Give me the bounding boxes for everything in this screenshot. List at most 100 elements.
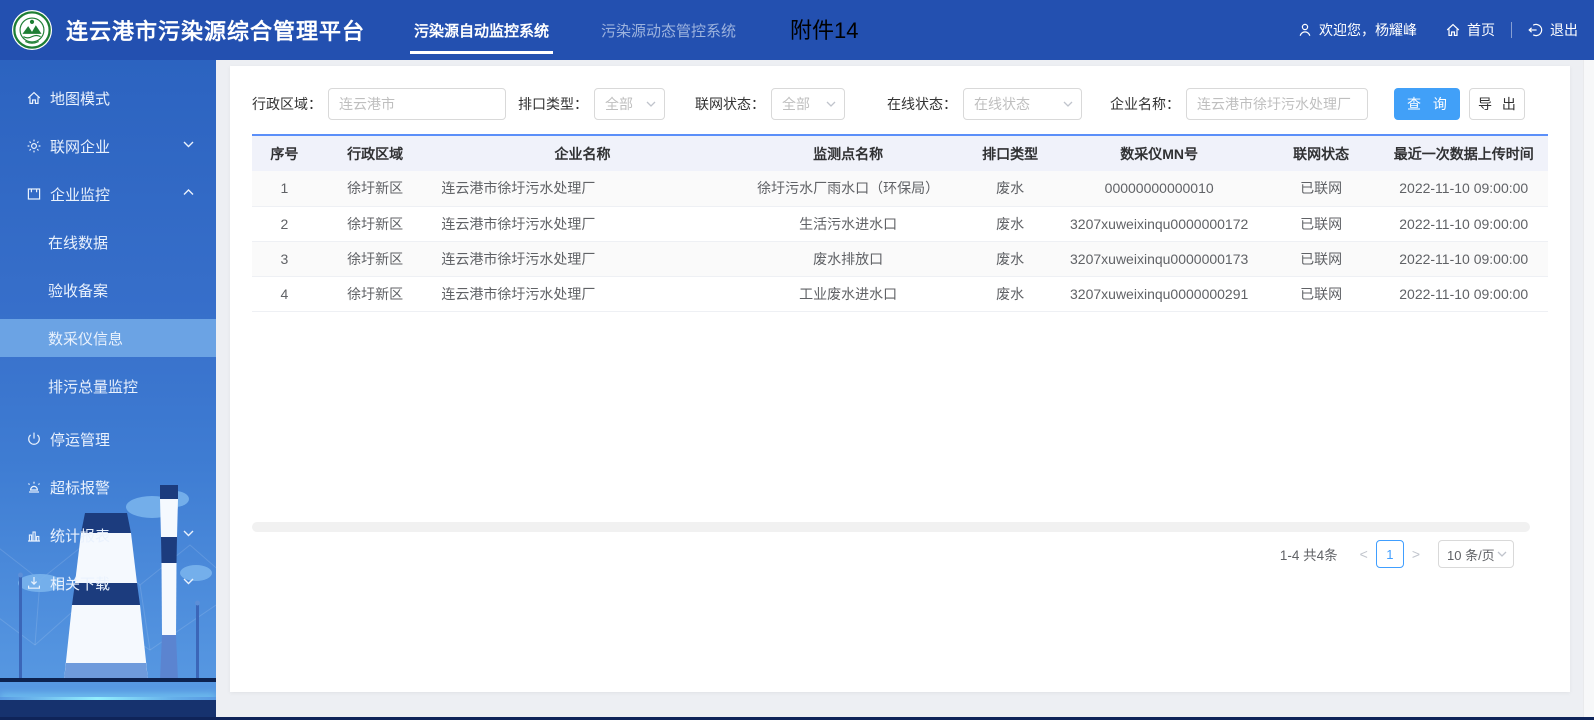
gear-icon xyxy=(27,139,41,153)
chevron-down-icon xyxy=(183,530,194,537)
sidebar-item-label: 数采仪信息 xyxy=(48,330,124,348)
tab-auto-monitoring-system[interactable]: 污染源自动监控系统 xyxy=(410,0,554,60)
cell-network-status: 已联网 xyxy=(1262,241,1380,277)
cell-seq: 3 xyxy=(252,241,317,277)
cell-last-upload-time: 2022-11-10 09:00:00 xyxy=(1379,241,1548,277)
export-button[interactable]: 导 出 xyxy=(1469,88,1525,120)
cell-network-status: 已联网 xyxy=(1262,206,1380,242)
system-tabs: 污染源自动监控系统 污染源动态管控系统 xyxy=(410,0,784,60)
outlet-type-select[interactable]: 全部 xyxy=(594,88,665,120)
download-icon xyxy=(28,577,40,589)
chevron-down-icon xyxy=(1063,101,1073,107)
network-status-filter-label: 联网状态： xyxy=(695,96,765,112)
monitor-icon xyxy=(27,188,41,200)
sidebar-item-online-data[interactable]: 在线数据 xyxy=(0,218,216,266)
region-input[interactable] xyxy=(328,88,506,120)
col-network-status: 联网状态 xyxy=(1293,145,1350,162)
outlet-type-filter-label: 排口类型： xyxy=(518,96,588,112)
chevron-down-icon xyxy=(1497,551,1507,557)
home-icon xyxy=(27,91,41,104)
power-icon xyxy=(28,432,40,445)
search-button[interactable]: 查 询 xyxy=(1394,88,1460,120)
prev-page-button[interactable]: < xyxy=(1352,546,1376,562)
page-size-select[interactable]: 10 条/页 xyxy=(1438,540,1514,568)
sidebar-item-enterprise-monitoring[interactable]: 企业监控 xyxy=(0,170,216,218)
chevron-down-icon xyxy=(646,101,656,107)
cell-mn-number: 3207xuweixinqu0000000173 xyxy=(1055,241,1263,277)
cell-last-upload-time: 2022-11-10 09:00:00 xyxy=(1379,171,1548,207)
sidebar-item-statistical-reports[interactable]: 统计报表 xyxy=(0,511,216,559)
sidebar-item-exceedance-alarm[interactable]: 超标报警 xyxy=(0,463,216,511)
page-title: 连云港市污染源综合管理平台 xyxy=(66,19,366,44)
cell-site: 工业废水进水口 xyxy=(731,276,965,312)
cell-company: 连云港市徐圩污水处理厂 xyxy=(433,206,732,242)
company-filter-label: 企业名称： xyxy=(1110,96,1180,112)
alarm-icon xyxy=(28,481,40,493)
vertical-scrollbar[interactable] xyxy=(1583,60,1594,717)
cell-seq: 4 xyxy=(252,276,317,312)
cell-company: 连云港市徐圩污水处理厂 xyxy=(433,276,732,312)
current-page-button[interactable]: 1 xyxy=(1375,540,1404,568)
sidebar-item-networked-enterprises[interactable]: 联网企业 xyxy=(0,122,216,170)
sidebar-item-label: 相关下载 xyxy=(50,575,111,593)
sidebar-item-map-mode[interactable]: 地图模式 xyxy=(0,74,216,122)
table-row: 1 徐圩新区 连云港市徐圩污水处理厂 徐圩污水厂雨水口（环保局） 废水 0000… xyxy=(252,171,1548,207)
cell-outlet-type: 废水 xyxy=(964,171,1056,207)
home-button[interactable]: 首页 xyxy=(1445,20,1495,40)
col-outlet-type: 排口类型 xyxy=(982,145,1039,162)
cell-region: 徐圩新区 xyxy=(316,171,434,207)
sidebar-item-discharge-total-monitoring[interactable]: 排污总量监控 xyxy=(0,362,216,410)
cell-mn-number: 3207xuweixinqu0000000172 xyxy=(1055,206,1263,242)
page-size-value: 10 条/页 xyxy=(1447,547,1495,563)
welcome-text: 欢迎您，杨耀峰 xyxy=(1319,22,1417,38)
online-status-filter-label: 在线状态： xyxy=(887,96,957,112)
sidebar-item-related-downloads[interactable]: 相关下载 xyxy=(0,559,216,607)
chart-icon xyxy=(28,531,40,542)
home-label: 首页 xyxy=(1467,22,1495,38)
company-input[interactable] xyxy=(1186,88,1368,120)
cell-site: 徐圩污水厂雨水口（环保局） xyxy=(731,171,965,207)
table-header-row: 序号 行政区域 企业名称 监测点名称 排口类型 数采仪MN号 联网状态 最近一次… xyxy=(252,135,1548,171)
content-card: 行政区域： 排口类型： 全部 联网状态： 全部 在线状态： 在线状态 企业名称：… xyxy=(230,66,1570,692)
logout-button[interactable]: 退出 xyxy=(1528,20,1578,40)
table-row: 3 徐圩新区 连云港市徐圩污水处理厂 废水排放口 废水 3207xuweixin… xyxy=(252,241,1548,277)
horizontal-scrollbar[interactable] xyxy=(252,522,1530,532)
data-table: 序号 行政区域 企业名称 监测点名称 排口类型 数采仪MN号 联网状态 最近一次… xyxy=(252,134,1548,312)
filter-bar: 行政区域： 排口类型： 全部 联网状态： 全部 在线状态： 在线状态 企业名称：… xyxy=(252,66,1548,120)
table-row: 4 徐圩新区 连云港市徐圩污水处理厂 工业废水进水口 废水 3207xuweix… xyxy=(252,276,1548,312)
cell-region: 徐圩新区 xyxy=(316,241,434,277)
next-page-button[interactable]: > xyxy=(1404,546,1428,562)
sidebar-item-label: 统计报表 xyxy=(50,527,111,545)
sidebar-item-acceptance-filing[interactable]: 验收备案 xyxy=(0,266,216,314)
sidebar-item-label: 联网企业 xyxy=(50,138,111,156)
sidebar-item-data-collector-info[interactable]: 数采仪信息 xyxy=(0,319,216,357)
sidebar-item-label: 排污总量监控 xyxy=(48,378,139,396)
sidebar: 地图模式 联网企业 企业监控 在线数据 验收备案 数采仪信息 排污总量监控 停运… xyxy=(0,60,216,720)
network-status-select[interactable]: 全部 xyxy=(771,88,845,120)
pagination: 1-4 共4条 < 1 > 10 条/页 xyxy=(252,540,1548,568)
sidebar-item-label: 验收备案 xyxy=(48,282,109,300)
cell-network-status: 已联网 xyxy=(1262,276,1380,312)
table-row: 2 徐圩新区 连云港市徐圩污水处理厂 生活污水进水口 废水 3207xuweix… xyxy=(252,206,1548,242)
sidebar-item-label: 企业监控 xyxy=(50,186,111,204)
tab-dynamic-control-system[interactable]: 污染源动态管控系统 xyxy=(597,0,740,60)
cell-mn-number: 3207xuweixinqu0000000291 xyxy=(1055,276,1263,312)
cell-seq: 2 xyxy=(252,206,317,242)
col-company: 企业名称 xyxy=(554,145,611,162)
user-icon xyxy=(1299,23,1311,37)
col-mn-number: 数采仪MN号 xyxy=(1120,145,1199,162)
mee-logo xyxy=(11,9,53,51)
sidebar-item-shutdown-management[interactable]: 停运管理 xyxy=(0,415,216,463)
data-table-area: 序号 行政区域 企业名称 监测点名称 排口类型 数采仪MN号 联网状态 最近一次… xyxy=(252,134,1548,532)
col-last-upload-time: 最近一次数据上传时间 xyxy=(1393,145,1534,162)
cell-outlet-type: 废水 xyxy=(964,206,1056,242)
attachment-annotation: 附件14 xyxy=(790,18,859,43)
logout-icon xyxy=(1528,23,1543,37)
cell-region: 徐圩新区 xyxy=(316,276,434,312)
cell-site: 废水排放口 xyxy=(731,241,965,277)
online-status-select[interactable]: 在线状态 xyxy=(963,88,1082,120)
col-site: 监测点名称 xyxy=(813,145,884,162)
chevron-down-icon xyxy=(826,101,836,107)
col-seq: 序号 xyxy=(270,145,299,162)
chevron-up-icon xyxy=(183,189,194,195)
